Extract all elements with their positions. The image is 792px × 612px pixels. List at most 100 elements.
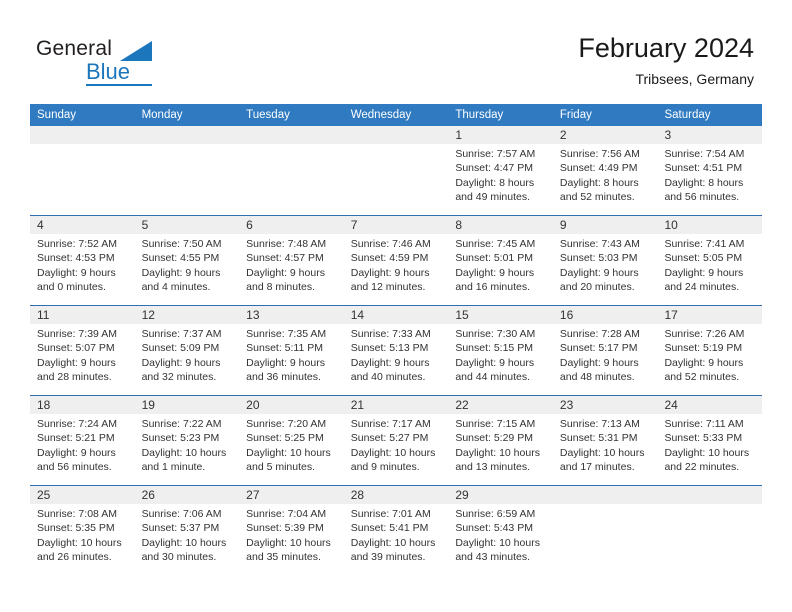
day-cell[interactable]: Sunrise: 7:56 AM Sunset: 4:49 PM Daylight:… xyxy=(553,144,658,215)
day-cell[interactable]: Sunrise: 7:24 AM Sunset: 5:21 PM Daylight:… xyxy=(30,414,135,485)
day-number[interactable]: 26 xyxy=(135,486,240,504)
day-number[interactable]: 4 xyxy=(30,216,135,234)
daylight-text-cont: and 16 minutes. xyxy=(455,280,531,293)
daylight-text: Daylight: 9 hours xyxy=(246,266,325,279)
day-number[interactable]: 3 xyxy=(657,126,762,144)
day-number[interactable]: 18 xyxy=(30,396,135,414)
weekday-header-row: Sunday Monday Tuesday Wednesday Thursday Frid… xyxy=(30,104,762,126)
day-cell[interactable]: Sunrise: 7:20 AM Sunset: 5:25 PM Daylight:… xyxy=(239,414,344,485)
day-cell[interactable]: Sunrise: 7:46 AM Sunset: 4:59 PM Daylight:… xyxy=(344,234,449,305)
calendar-week-row: 11 12 13 14 15 16 17 Sunrise: 7:39 AM Sunset: 5:… xyxy=(30,305,762,395)
day-cell[interactable]: Sunrise: 7:37 AM Sunset: 5:09 PM Daylight:… xyxy=(135,324,240,395)
day-cell[interactable]: Sunrise: 7:15 AM Sunset: 5:29 PM Daylight:… xyxy=(448,414,553,485)
sunset-text: Sunset: 5:43 PM xyxy=(455,522,533,535)
day-number[interactable]: 23 xyxy=(553,396,658,414)
day-number[interactable]: 28 xyxy=(344,486,449,504)
sunset-text: Sunset: 4:49 PM xyxy=(559,162,638,175)
sunrise-text: Sunrise: 7:39 AM xyxy=(37,328,117,340)
day-cell[interactable]: Sunrise: 7:45 AM Sunset: 5:01 PM Daylight:… xyxy=(448,234,553,305)
day-cell[interactable]: Sunrise: 7:52 AM Sunset: 4:53 PM Daylight:… xyxy=(30,234,135,305)
triangle-icon xyxy=(120,41,152,61)
day-number-empty xyxy=(239,126,344,144)
day-cell[interactable]: Sunrise: 6:59 AM Sunset: 5:43 PM Daylight:… xyxy=(448,504,553,575)
day-cell[interactable]: Sunrise: 7:11 AM Sunset: 5:33 PM Daylight:… xyxy=(657,414,762,485)
day-number[interactable]: 12 xyxy=(135,306,240,324)
day-cell[interactable]: Sunrise: 7:43 AM Sunset: 5:03 PM Daylight:… xyxy=(553,234,658,305)
daylight-text-cont: and 44 minutes. xyxy=(455,370,531,383)
day-cell[interactable]: Sunrise: 7:30 AM Sunset: 5:15 PM Daylight:… xyxy=(448,324,553,395)
day-number[interactable]: 1 xyxy=(448,126,553,144)
sunrise-text: Sunrise: 7:37 AM xyxy=(141,328,222,340)
day-cell[interactable]: Sunrise: 7:04 AM Sunset: 5:39 PM Daylight:… xyxy=(239,504,344,575)
day-number[interactable]: 10 xyxy=(657,216,762,234)
sunset-text: Sunset: 5:23 PM xyxy=(141,432,220,445)
day-cell[interactable]: Sunrise: 7:01 AM Sunset: 5:41 PM Daylight:… xyxy=(344,504,449,575)
day-number[interactable]: 11 xyxy=(30,306,135,324)
sunset-text: Sunset: 5:29 PM xyxy=(455,432,533,445)
weekday-header-friday: Friday xyxy=(559,109,592,121)
day-number[interactable]: 29 xyxy=(448,486,553,504)
day-number[interactable]: 24 xyxy=(657,396,762,414)
daylight-text: Daylight: 9 hours xyxy=(455,356,535,369)
daylight-text: Daylight: 10 hours xyxy=(141,446,227,459)
day-cell[interactable]: Sunrise: 7:50 AM Sunset: 4:55 PM Daylight:… xyxy=(135,234,240,305)
day-cell[interactable]: Sunrise: 7:26 AM Sunset: 5:19 PM Daylight:… xyxy=(657,324,762,395)
daylight-text-cont: and 0 minutes. xyxy=(37,280,106,293)
day-number-band: 11 12 13 14 15 16 17 xyxy=(30,306,762,324)
day-cell[interactable]: Sunrise: 7:08 AM Sunset: 5:35 PM Daylight:… xyxy=(30,504,135,575)
day-number[interactable]: 9 xyxy=(553,216,658,234)
day-cell[interactable]: Sunrise: 7:13 AM Sunset: 5:31 PM Daylight:… xyxy=(553,414,658,485)
sunset-text: Sunset: 4:55 PM xyxy=(141,252,220,265)
page-header: General Blue February 2024 Tribsees, Ger… xyxy=(0,0,792,104)
day-cell[interactable]: Sunrise: 7:39 AM Sunset: 5:07 PM Daylight:… xyxy=(30,324,135,395)
daylight-text-cont: and 4 minutes. xyxy=(141,280,211,293)
sunrise-text: Sunrise: 7:28 AM xyxy=(559,328,640,340)
daylight-text: Daylight: 9 hours xyxy=(141,266,221,279)
sunrise-text: Sunrise: 7:15 AM xyxy=(455,418,536,430)
day-cell[interactable]: Sunrise: 7:22 AM Sunset: 5:23 PM Daylight:… xyxy=(135,414,240,485)
day-number[interactable]: 20 xyxy=(239,396,344,414)
day-cell[interactable]: Sunrise: 7:57 AM Sunset: 4:47 PM Daylight:… xyxy=(448,144,553,215)
day-number[interactable]: 2 xyxy=(553,126,658,144)
general-blue-logo[interactable]: General Blue xyxy=(36,37,236,93)
daylight-text-cont: and 49 minutes. xyxy=(455,190,531,203)
sunrise-text: Sunrise: 7:04 AM xyxy=(246,508,327,520)
daylight-text-cont: and 17 minutes. xyxy=(559,460,635,473)
day-number[interactable]: 19 xyxy=(135,396,240,414)
sunset-text: Sunset: 4:57 PM xyxy=(246,252,324,265)
day-cell[interactable]: Sunrise: 7:48 AM Sunset: 4:57 PM Daylight:… xyxy=(239,234,344,305)
day-cell[interactable]: Sunrise: 7:33 AM Sunset: 5:13 PM Daylight:… xyxy=(344,324,449,395)
day-cell[interactable]: Sunrise: 7:28 AM Sunset: 5:17 PM Daylight:… xyxy=(553,324,658,395)
sunset-text: Sunset: 5:09 PM xyxy=(141,342,220,355)
daylight-text: Daylight: 9 hours xyxy=(664,356,744,369)
day-number[interactable]: 6 xyxy=(239,216,344,234)
sunrise-text: Sunrise: 7:45 AM xyxy=(455,238,536,250)
day-number[interactable]: 15 xyxy=(448,306,553,324)
day-number[interactable]: 5 xyxy=(135,216,240,234)
day-cell-empty xyxy=(30,144,135,215)
day-number[interactable]: 25 xyxy=(30,486,135,504)
day-number[interactable]: 22 xyxy=(448,396,553,414)
day-number[interactable]: 13 xyxy=(239,306,344,324)
day-number[interactable]: 7 xyxy=(344,216,449,234)
daylight-text-cont: and 43 minutes. xyxy=(455,550,531,563)
day-number[interactable]: 27 xyxy=(239,486,344,504)
daylight-text: Daylight: 10 hours xyxy=(350,446,436,459)
day-cell[interactable]: Sunrise: 7:35 AM Sunset: 5:11 PM Daylight:… xyxy=(239,324,344,395)
daylight-text: Daylight: 9 hours xyxy=(37,446,116,459)
day-cell-empty xyxy=(239,144,344,215)
sunset-text: Sunset: 4:53 PM xyxy=(37,252,115,265)
day-cell-empty xyxy=(657,504,762,575)
sunrise-text: Sunrise: 7:46 AM xyxy=(350,238,431,250)
day-number[interactable]: 16 xyxy=(553,306,658,324)
day-cell[interactable]: Sunrise: 7:54 AM Sunset: 4:51 PM Daylight:… xyxy=(657,144,762,215)
day-number[interactable]: 14 xyxy=(344,306,449,324)
sunset-text: Sunset: 5:27 PM xyxy=(350,432,429,445)
day-number[interactable]: 8 xyxy=(448,216,553,234)
day-number[interactable]: 17 xyxy=(657,306,762,324)
day-cell[interactable]: Sunrise: 7:41 AM Sunset: 5:05 PM Daylight:… xyxy=(657,234,762,305)
day-cell[interactable]: Sunrise: 7:06 AM Sunset: 5:37 PM Daylight:… xyxy=(135,504,240,575)
day-number[interactable]: 21 xyxy=(344,396,449,414)
day-cell[interactable]: Sunrise: 7:17 AM Sunset: 5:27 PM Daylight:… xyxy=(344,414,449,485)
title-block: February 2024 Tribsees, Germany xyxy=(578,32,754,88)
